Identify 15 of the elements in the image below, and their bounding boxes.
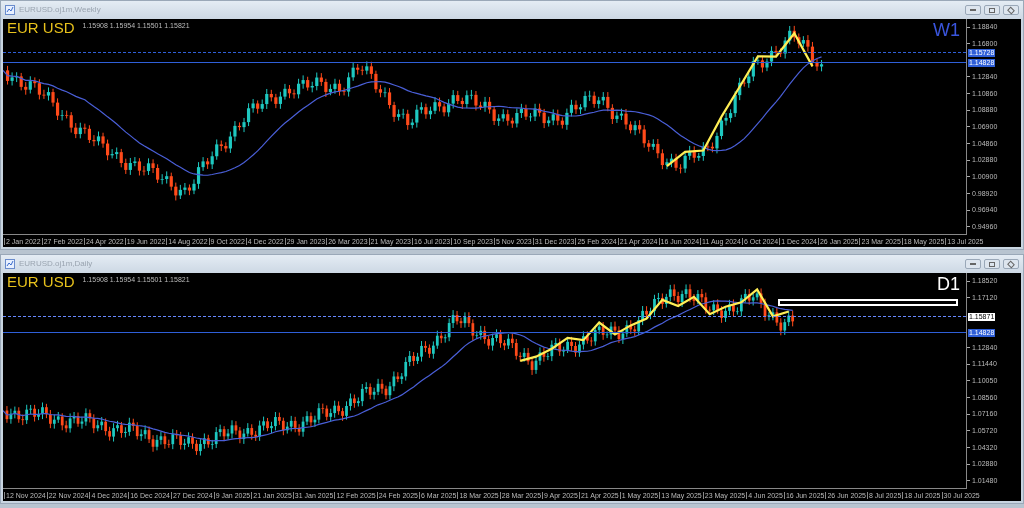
minimize-button[interactable] bbox=[965, 259, 981, 269]
restore-button[interactable] bbox=[984, 259, 1000, 269]
rectangle-object[interactable] bbox=[778, 299, 958, 306]
close-button[interactable] bbox=[1003, 259, 1019, 269]
chart-icon bbox=[5, 5, 15, 15]
close-button[interactable] bbox=[1003, 5, 1019, 15]
symbol-label: EUR USD bbox=[7, 20, 75, 35]
minimize-button[interactable] bbox=[965, 5, 981, 15]
restore-button[interactable] bbox=[984, 5, 1000, 15]
window-title: EURUSD.oj1m,Weekly bbox=[19, 4, 101, 16]
timeframe-label: D1 bbox=[937, 275, 960, 293]
chart-icon bbox=[5, 259, 15, 269]
window-title: EURUSD.oj1m,Daily bbox=[19, 258, 93, 270]
symbol-label: EUR USD bbox=[7, 274, 75, 289]
timeframe-label: W1 bbox=[933, 21, 960, 39]
